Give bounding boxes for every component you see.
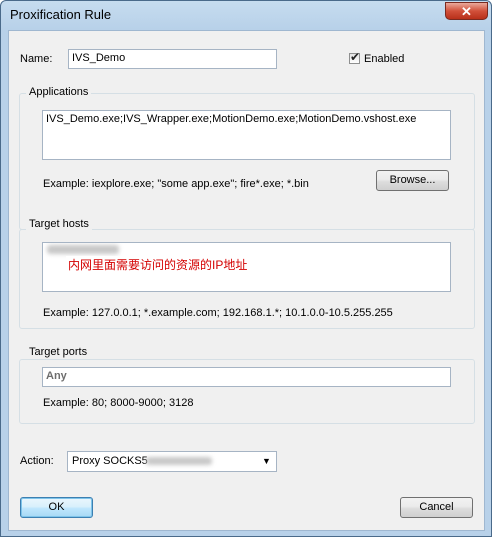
applications-example: Example: iexplore.exe; "some app.exe"; f… xyxy=(43,178,309,190)
applications-input[interactable]: IVS_Demo.exe;IVS_Wrapper.exe;MotionDemo.… xyxy=(42,110,451,160)
dialog-body: Name: IVS_Demo ✔ Enabled Applications IV… xyxy=(8,30,485,531)
action-label: Action: xyxy=(20,455,54,467)
name-label: Name: xyxy=(20,53,53,65)
target-hosts-title: Target hosts xyxy=(26,218,92,230)
enabled-label: Enabled xyxy=(364,53,405,65)
enabled-checkbox[interactable]: ✔ xyxy=(349,50,361,64)
target-ports-input[interactable]: Any xyxy=(42,367,451,387)
applications-title: Applications xyxy=(26,86,92,98)
close-button[interactable]: ✕ xyxy=(445,2,488,20)
target-hosts-example: Example: 127.0.0.1; *.example.com; 192.1… xyxy=(43,307,393,319)
checkmark-icon: ✔ xyxy=(350,50,361,64)
target-ports-example: Example: 80; 8000-9000; 3128 xyxy=(43,397,194,409)
browse-button[interactable]: Browse... xyxy=(376,170,449,191)
redacted-proxy xyxy=(146,457,212,465)
ok-button[interactable]: OK xyxy=(20,497,93,518)
window-title: Proxification Rule xyxy=(10,7,112,22)
proxification-rule-window: Proxification Rule ✕ Name: IVS_Demo ✔ En… xyxy=(0,0,492,537)
redacted-host xyxy=(47,245,119,254)
action-select-value: Proxy SOCKS5 xyxy=(72,455,148,467)
title-bar[interactable]: Proxification Rule ✕ xyxy=(1,1,491,29)
close-icon: ✕ xyxy=(461,4,472,19)
cancel-button[interactable]: Cancel xyxy=(400,497,473,518)
action-select[interactable]: Proxy SOCKS5 ▼ xyxy=(67,451,277,472)
chevron-down-icon[interactable]: ▼ xyxy=(262,456,271,466)
chinese-annotation-label: 内网里面需要访问的资源的IP地址 xyxy=(66,256,250,273)
target-ports-title: Target ports xyxy=(26,346,91,358)
name-input[interactable]: IVS_Demo xyxy=(68,49,277,69)
